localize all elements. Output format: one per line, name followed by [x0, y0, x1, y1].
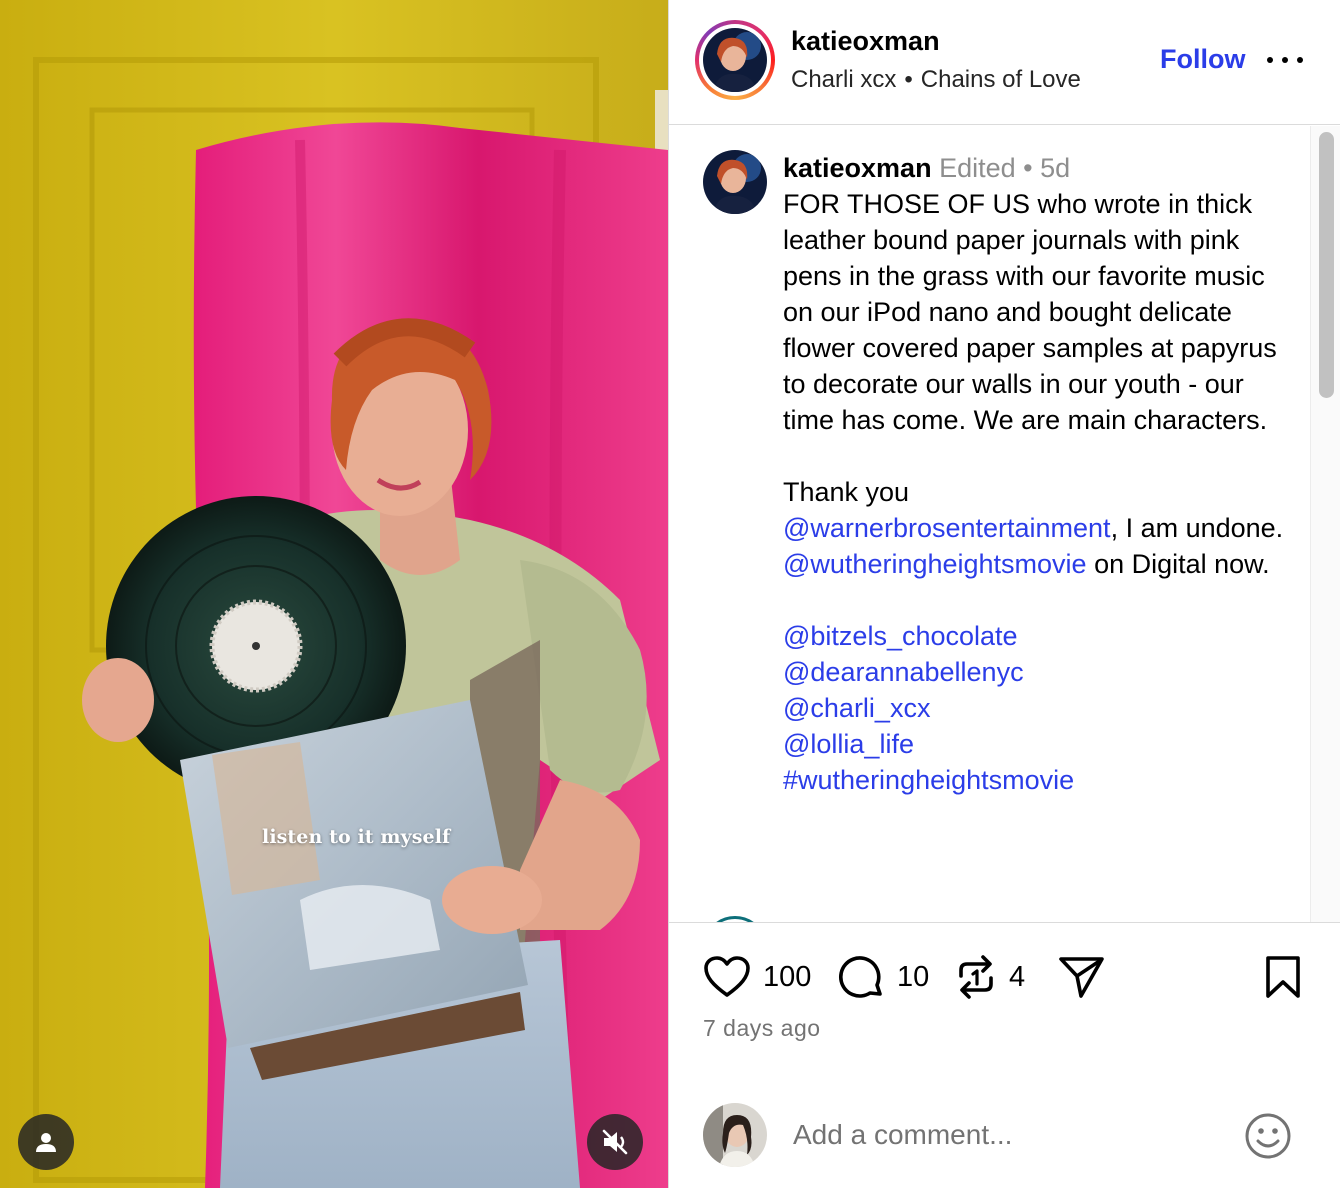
- repost-count[interactable]: 4: [1009, 961, 1025, 994]
- caption-header: katieoxman Edited • 5d: [783, 150, 1293, 186]
- author-username[interactable]: katieoxman: [791, 26, 940, 57]
- hashtag-link[interactable]: #wutheringheightsmovie: [783, 762, 1293, 798]
- mention-link[interactable]: @bitzels_chocolate: [783, 618, 1293, 654]
- video-player[interactable]: listen to it myself: [0, 0, 668, 1188]
- send-icon: [1059, 957, 1104, 998]
- mention-link[interactable]: @lollia_life: [783, 726, 1293, 762]
- mention-link[interactable]: @warnerbrosentertainment: [783, 513, 1111, 543]
- like-button[interactable]: 100: [703, 953, 811, 1001]
- more-dot: [1282, 57, 1288, 63]
- meta-dot: •: [1023, 153, 1033, 183]
- tagged-users-button[interactable]: [18, 1114, 74, 1170]
- follow-button[interactable]: Follow: [1160, 44, 1245, 75]
- caption-paragraph: FOR THOSE OF US who wrote in thick leath…: [783, 189, 1277, 435]
- video-caption: listen to it myself: [262, 826, 451, 848]
- add-comment-row: [669, 1103, 1340, 1175]
- post-view: listen to it myself katieoxman Charli xc…: [0, 0, 1340, 1188]
- author-avatar: [703, 28, 767, 92]
- user-icon: [36, 1133, 56, 1152]
- digital-text: on Digital now.: [1086, 549, 1270, 579]
- mute-toggle-button[interactable]: [587, 1114, 643, 1170]
- author-story-ring[interactable]: [695, 20, 775, 100]
- speaker-muted-icon: [602, 1129, 628, 1155]
- post-timestamp[interactable]: 7 days ago: [703, 1015, 821, 1042]
- post-header: katieoxman Charli xcx • Chains of Love Fol…: [669, 0, 1340, 125]
- audio-info: Charli xcx • Chains of Love: [791, 66, 1081, 94]
- heart-icon: [704, 956, 750, 997]
- mention-link[interactable]: @wutheringheightsmovie: [783, 549, 1087, 579]
- save-button[interactable]: [1263, 953, 1303, 1001]
- video-frame: [0, 0, 668, 1188]
- comment-icon: [838, 956, 882, 998]
- scrollbar-thumb[interactable]: [1319, 132, 1334, 398]
- caption-username[interactable]: katieoxman: [783, 153, 932, 183]
- bookmark-icon: [1266, 956, 1300, 998]
- comment-count[interactable]: 10: [897, 961, 929, 994]
- emoji-icon[interactable]: [1243, 1111, 1293, 1161]
- caption-comment: katieoxman Edited • 5d FOR THOSE OF US w…: [783, 150, 1293, 798]
- comment-button[interactable]: 10: [837, 953, 929, 1001]
- mention-link[interactable]: @charli_xcx: [783, 690, 1293, 726]
- thank-you-text: Thank you: [783, 477, 910, 507]
- repost-icon: [959, 955, 993, 999]
- thanks-line: @warnerbrosentertainment, I am undone. @…: [783, 510, 1293, 582]
- current-user-avatar: [703, 1103, 767, 1167]
- thanks-text: , I am undone.: [1110, 513, 1284, 543]
- caption-author-avatar[interactable]: [703, 150, 767, 214]
- comment-input[interactable]: [793, 1115, 1213, 1155]
- post-actions: 100 10 4 7 days ago Add a comment...: [669, 922, 1340, 1188]
- audio-artist[interactable]: Charli xcx: [791, 66, 896, 93]
- repost-button[interactable]: 4: [955, 953, 1025, 1001]
- mention-link[interactable]: @dearannabellenyc: [783, 654, 1293, 690]
- separator-dot: •: [904, 66, 913, 93]
- comments-section[interactable]: katieoxman Edited • 5d FOR THOSE OF US w…: [669, 126, 1340, 922]
- caption-text: FOR THOSE OF US who wrote in thick leath…: [783, 186, 1293, 798]
- more-options-icon[interactable]: [1267, 50, 1303, 70]
- audio-track[interactable]: Chains of Love: [921, 66, 1081, 93]
- post-side-panel: katieoxman Charli xcx • Chains of Love Fol…: [668, 0, 1340, 1188]
- more-dot: [1267, 57, 1273, 63]
- share-button[interactable]: [1057, 953, 1105, 1001]
- like-count[interactable]: 100: [763, 961, 811, 994]
- caption-age[interactable]: 5d: [1040, 153, 1070, 183]
- more-dot: [1297, 57, 1303, 63]
- edited-label: Edited: [939, 153, 1016, 183]
